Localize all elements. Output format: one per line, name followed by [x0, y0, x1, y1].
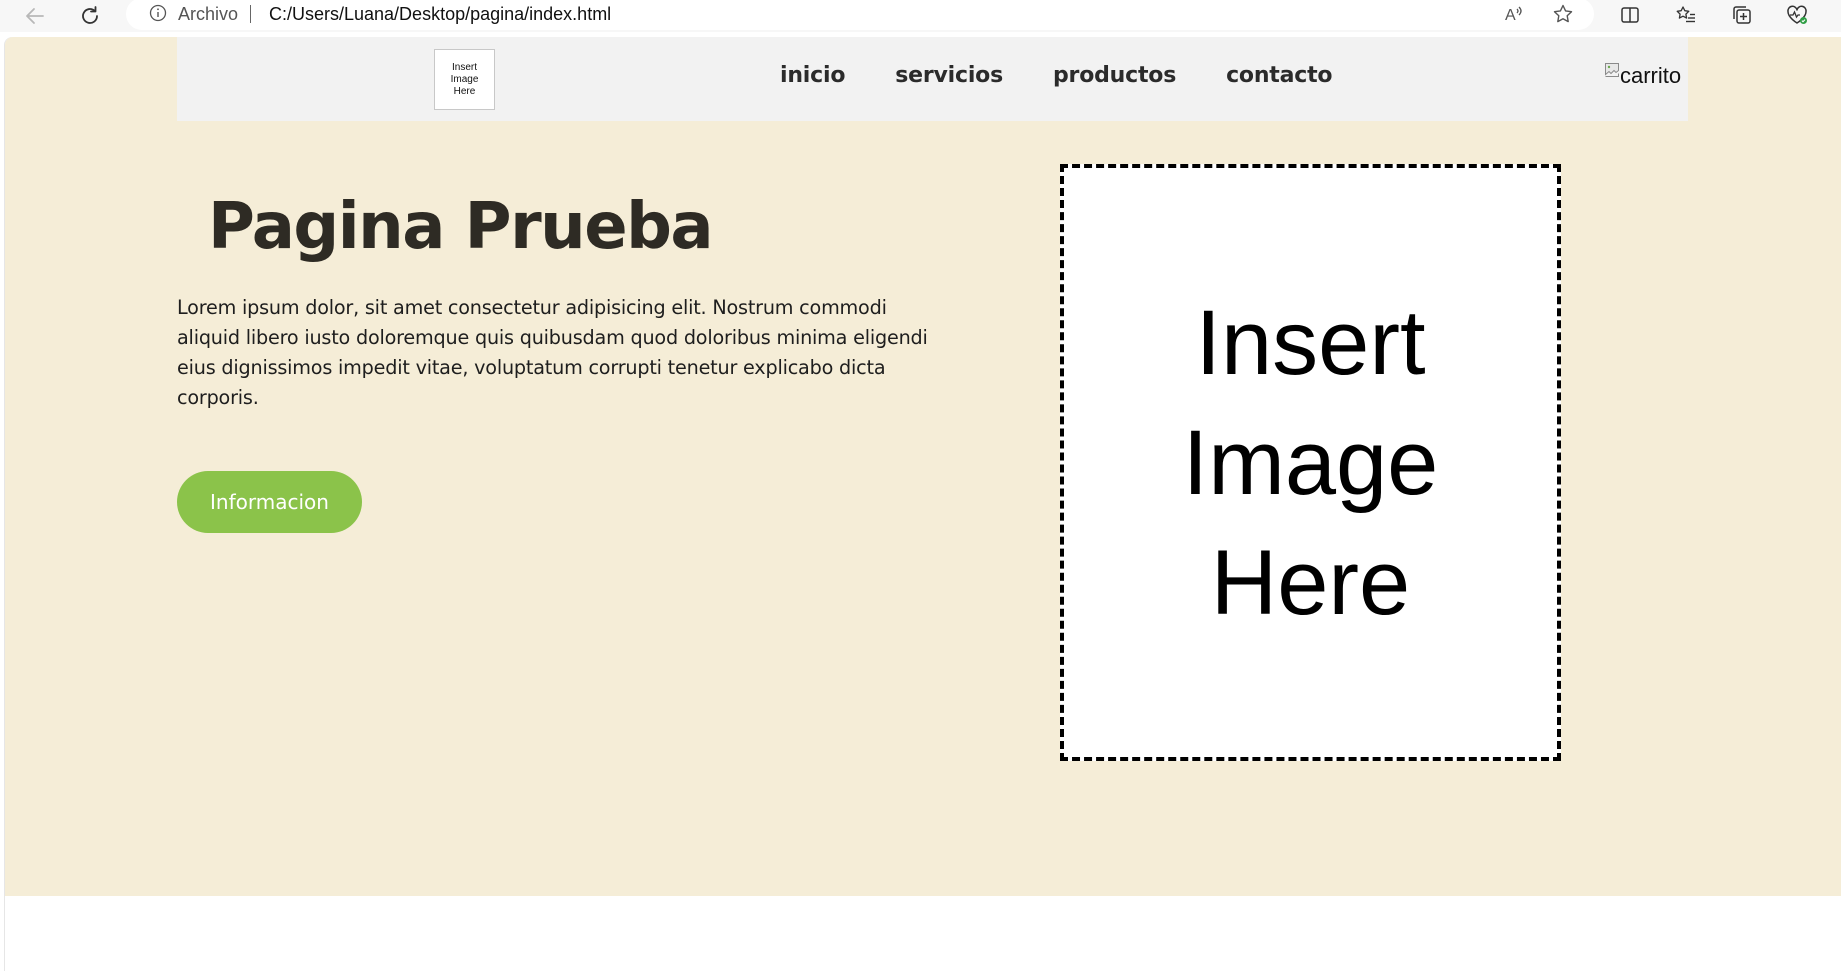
hero-section: Insert Image Here inicio servicios produ… [5, 37, 1841, 896]
favorites-list-icon[interactable] [1671, 1, 1701, 29]
hero-image-placeholder-text: Insert Image Here [1182, 291, 1439, 634]
svg-text:A: A [1505, 7, 1516, 24]
info-icon[interactable] [148, 3, 168, 23]
address-separator [250, 5, 251, 23]
site-logo[interactable]: Insert Image Here [434, 49, 495, 110]
cart-link[interactable]: carrito [1604, 63, 1681, 89]
hero-image-placeholder: Insert Image Here [1060, 164, 1561, 761]
read-aloud-icon[interactable]: A [1501, 1, 1527, 27]
site-header: Insert Image Here inicio servicios produ… [177, 37, 1688, 121]
informacion-button[interactable]: Informacion [177, 471, 362, 533]
nav-link-contacto[interactable]: contacto [1226, 63, 1332, 88]
nav-link-productos[interactable]: productos [1053, 63, 1176, 88]
hero-title: Pagina Prueba [208, 190, 714, 264]
refresh-icon[interactable] [77, 3, 103, 29]
browser-toolbar: Archivo C:/Users/Luana/Desktop/pagina/in… [0, 0, 1841, 32]
nav-link-inicio[interactable]: inicio [780, 63, 845, 88]
collections-icon[interactable] [1727, 1, 1757, 29]
heart-pulse-icon[interactable] [1782, 1, 1812, 29]
back-arrow-icon[interactable] [22, 3, 48, 29]
star-icon[interactable] [1550, 1, 1576, 27]
address-bar[interactable]: Archivo C:/Users/Luana/Desktop/pagina/in… [126, 0, 1594, 30]
split-screen-icon[interactable] [1615, 1, 1645, 29]
page-viewport: Insert Image Here inicio servicios produ… [5, 37, 1841, 971]
cart-alt-text: carrito [1620, 63, 1682, 88]
address-scheme-label: Archivo [178, 4, 239, 24]
hero-description: Lorem ipsum dolor, sit amet consectetur … [177, 296, 928, 409]
nav-link-servicios[interactable]: servicios [895, 63, 1003, 88]
logo-placeholder-text: Insert Image Here [450, 61, 479, 97]
broken-image-icon [1605, 63, 1619, 77]
address-url[interactable]: C:/Users/Luana/Desktop/pagina/index.html [269, 4, 611, 25]
main-nav: inicio servicios productos contacto [780, 63, 1333, 88]
